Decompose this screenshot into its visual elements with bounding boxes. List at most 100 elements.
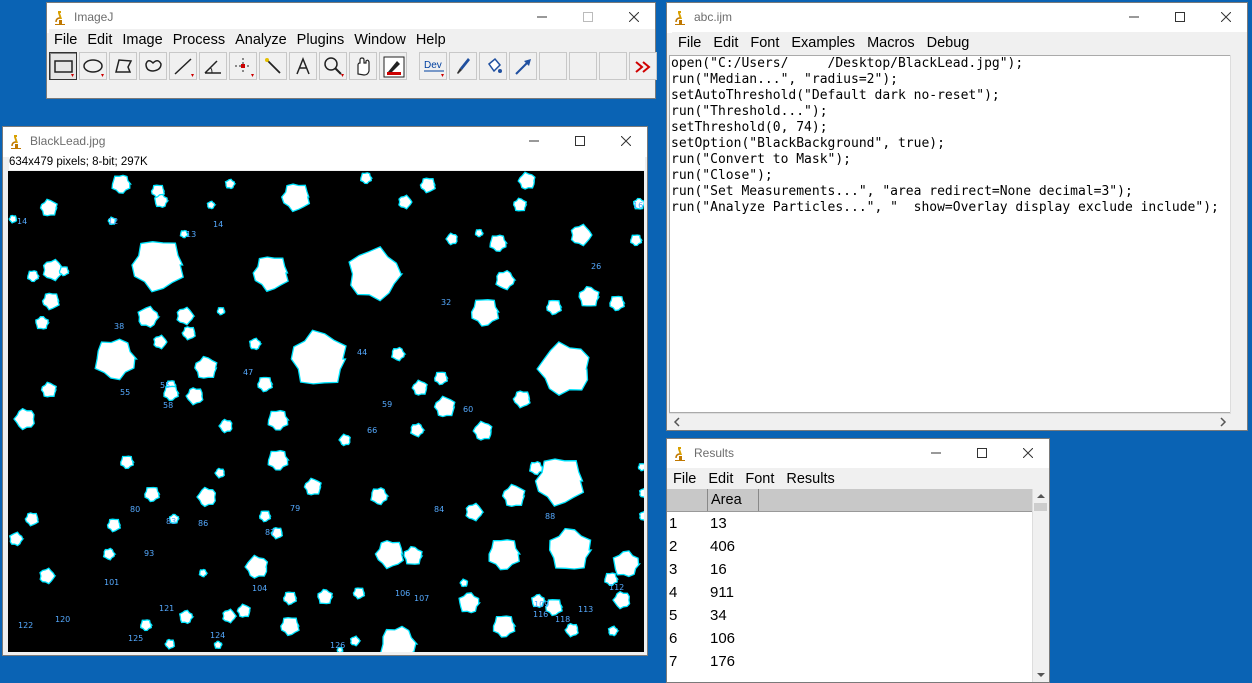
header-area[interactable]: Area — [707, 489, 759, 511]
image-canvas[interactable]: 14 12 13 14 16 26 32 38 44 47 55 55 58 59 66 60 80 83 86 87… — [8, 171, 651, 663]
wand-icon — [265, 58, 281, 74]
particle — [41, 292, 60, 311]
particle-label: 126 — [330, 641, 345, 650]
polygon-tool[interactable] — [109, 52, 137, 80]
angle-tool[interactable] — [199, 52, 227, 80]
macro_window-menu-debug[interactable]: Debug — [921, 32, 976, 51]
results_window-menu-results[interactable]: Results — [780, 468, 840, 487]
svg-text:Dev: Dev — [424, 60, 442, 71]
table-row[interactable]: 7 176 — [667, 650, 1033, 673]
particle-label: 116 — [533, 610, 548, 619]
table-row[interactable]: 3 16 — [667, 558, 1033, 581]
particle — [512, 197, 528, 212]
macro_window-menu-macros[interactable]: Macros — [861, 32, 921, 51]
color-picker-tool[interactable] — [379, 52, 407, 80]
particle — [214, 467, 226, 479]
freehand-tool[interactable] — [139, 52, 167, 80]
imagej-menu-image[interactable]: Image — [117, 29, 167, 48]
row-number: 6 — [669, 630, 678, 647]
imagej-menu-plugins[interactable]: Plugins — [292, 29, 350, 48]
imagej-menu-help[interactable]: Help — [411, 29, 451, 48]
particle — [338, 433, 351, 447]
vertical-scrollbar[interactable] — [1032, 489, 1049, 682]
particle — [390, 346, 407, 362]
brush-tool[interactable] — [449, 52, 477, 80]
maximize-button[interactable] — [959, 439, 1005, 469]
particle — [282, 591, 298, 606]
arrow-tool[interactable] — [509, 52, 537, 80]
text-tool[interactable] — [289, 52, 317, 80]
imagej-menu-file[interactable]: File — [49, 29, 82, 48]
double-chevron-right-icon — [635, 61, 651, 73]
scroll-left-icon[interactable] — [671, 416, 683, 428]
results-table[interactable]: Area 1 13 2 406 3 16 4 911 5 34 6 106 7 176 — [667, 489, 1033, 682]
particle — [546, 299, 563, 316]
more-tools[interactable] — [629, 52, 657, 80]
macro_window-menu-edit[interactable]: Edit — [707, 32, 744, 51]
macro_window-menu-font[interactable]: Font — [744, 32, 785, 51]
magnifier-tool[interactable] — [319, 52, 347, 80]
table-row[interactable]: 4 911 — [667, 581, 1033, 604]
vertical-scrollbar[interactable] — [1230, 55, 1247, 413]
maximize-button[interactable] — [557, 127, 603, 157]
flood-fill-tool[interactable] — [479, 52, 507, 80]
maximize-button[interactable] — [1157, 3, 1203, 33]
results_window-menu-edit[interactable]: Edit — [702, 468, 739, 487]
particle — [612, 590, 631, 610]
header-row-number — [667, 489, 707, 511]
table-row[interactable]: 2 406 — [667, 535, 1033, 558]
oval-tool[interactable] — [79, 52, 107, 80]
scroll-up-icon[interactable] — [1034, 490, 1048, 502]
minimize-button[interactable] — [511, 127, 557, 157]
particle — [206, 200, 217, 210]
macro-text-area[interactable]: open("C:/Users/ /Desktop/BlackLead.jpg")… — [669, 55, 1231, 413]
particle — [409, 422, 426, 438]
imagej-menu-analyze[interactable]: Analyze — [230, 29, 292, 48]
macro_window-menu-file[interactable]: File — [672, 32, 707, 51]
line-tool[interactable] — [169, 52, 197, 80]
macro_window-menu-examples[interactable]: Examples — [785, 32, 861, 51]
results_window-menu-file[interactable]: File — [667, 468, 702, 487]
scroll-thumb[interactable] — [1034, 503, 1047, 511]
minimize-button[interactable] — [1111, 3, 1157, 33]
particle — [609, 295, 626, 312]
scroll-down-icon[interactable] — [1034, 669, 1048, 681]
results-titlebar[interactable]: Results — [667, 439, 1049, 469]
arrow-icon — [515, 59, 531, 75]
close-button[interactable] — [1005, 439, 1051, 469]
image-titlebar[interactable]: BlackLead.jpg — [3, 127, 647, 157]
dev-tool[interactable]: Dev — [419, 52, 447, 80]
particle — [398, 194, 413, 210]
scroll-tool[interactable] — [349, 52, 377, 80]
minimize-button[interactable] — [913, 439, 959, 469]
rectangle-tool[interactable] — [49, 52, 77, 80]
particle-label: 58 — [163, 401, 173, 410]
imagej-menu-edit[interactable]: Edit — [82, 29, 117, 48]
macro-titlebar[interactable]: abc.ijm — [667, 3, 1247, 33]
area-value: 176 — [710, 653, 736, 670]
particle — [280, 617, 300, 637]
particle — [564, 622, 579, 638]
particle-label: 120 — [55, 615, 70, 624]
table-row[interactable]: 1 13 — [667, 512, 1033, 535]
particle-label: 47 — [243, 368, 253, 377]
particle — [27, 270, 41, 283]
particle — [40, 381, 57, 398]
results_window-menu-font[interactable]: Font — [739, 468, 780, 487]
scroll-right-icon[interactable] — [1217, 416, 1229, 428]
particle — [39, 567, 57, 585]
close-button[interactable] — [603, 127, 649, 157]
horizontal-scrollbar[interactable] — [669, 413, 1231, 430]
imagej-menu-window[interactable]: Window — [349, 29, 411, 48]
wand-tool[interactable] — [259, 52, 287, 80]
particle — [153, 334, 168, 350]
particle-label: 87 — [265, 528, 275, 537]
imagej-menu-process[interactable]: Process — [168, 29, 230, 48]
point-tool[interactable] — [229, 52, 257, 80]
table-row[interactable]: 6 106 — [667, 627, 1033, 650]
close-button[interactable] — [1203, 3, 1249, 33]
table-row[interactable]: 5 34 — [667, 604, 1033, 627]
particle-label: 113 — [578, 605, 593, 614]
particle-label: 59 — [382, 400, 392, 409]
particle — [144, 486, 161, 503]
